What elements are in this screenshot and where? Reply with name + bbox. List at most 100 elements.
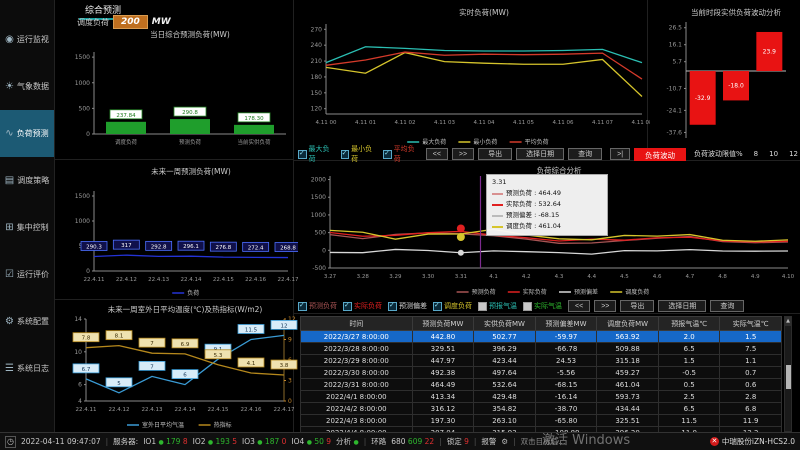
load-fluctuation-button[interactable]: 负荷波动 <box>634 148 686 161</box>
select-date-button[interactable]: 选择日期 <box>516 148 564 160</box>
table-cell: -5.56 <box>535 367 597 379</box>
sidebar-item-central-control[interactable]: ⊞集中控制 <box>0 204 54 251</box>
weather-icon: ☀ <box>5 81 14 92</box>
table-cell: 423.44 <box>474 355 536 367</box>
table-cell: 502.77 <box>474 331 536 343</box>
server-ok-count: 187 <box>263 437 282 446</box>
table-header-cell: 时间 <box>301 317 413 331</box>
table-cell: 0.7 <box>720 367 782 379</box>
forecast-data-table: 时间预测负荷MW实供负荷MW预测偏差MW调度负荷MW预报气温℃实际气温℃2022… <box>300 316 792 432</box>
series-checkbox[interactable]: 实际气温 <box>523 301 562 311</box>
tooltip-text: 实际负荷 : 532.64 <box>506 199 561 210</box>
query-button[interactable]: 查询 <box>568 148 602 160</box>
checkbox-icon <box>298 150 307 159</box>
svg-text:负荷: 负荷 <box>187 289 199 297</box>
table-cell: 509.88 <box>597 343 659 355</box>
sidebar-item-monitoring[interactable]: ◉运行监视 <box>0 16 54 63</box>
svg-text:1500: 1500 <box>75 193 90 200</box>
svg-text:4.1: 4.1 <box>489 274 498 280</box>
series-checkbox-label: 最小负荷 <box>351 144 377 164</box>
table-cell: 2022/4/1 8:00:00 <box>301 391 413 403</box>
svg-text:16.1: 16.1 <box>669 42 683 49</box>
page-next-button[interactable]: >> <box>594 300 616 312</box>
svg-text:7: 7 <box>150 341 154 347</box>
select-date-button[interactable]: 选择日期 <box>658 300 706 312</box>
series-checkbox[interactable]: 调度负荷 <box>433 301 472 311</box>
series-checkbox[interactable]: 预测偏差 <box>388 301 427 311</box>
table-row[interactable]: 2022/3/27 8:00:00442.80502.77-59.97563.9… <box>301 331 782 343</box>
table-row[interactable]: 2022/4/1 8:00:00413.34429.48-16.14593.73… <box>301 391 782 403</box>
svg-text:4.11 06: 4.11 06 <box>553 120 574 126</box>
load-forecast-icon: ∿ <box>5 128 13 139</box>
table-row[interactable]: 2022/3/29 8:00:00447.97423.4424.53315.18… <box>301 355 782 367</box>
svg-text:7.8: 7.8 <box>82 336 91 342</box>
export-button[interactable]: 导出 <box>620 300 654 312</box>
table-scrollbar[interactable]: ▲ <box>784 316 792 432</box>
sidebar-item-system-config[interactable]: ⚙系统配置 <box>0 298 54 345</box>
table-row[interactable]: 2022/3/31 8:00:00464.49532.64-68.15461.0… <box>301 379 782 391</box>
table-cell: 459.27 <box>597 367 659 379</box>
brand-name: 中瑞股份iZN-HCS2.0 <box>722 436 795 447</box>
scroll-up-arrow[interactable]: ▲ <box>785 317 791 326</box>
svg-text:实时负荷(MW): 实时负荷(MW) <box>459 7 509 17</box>
series-checkbox[interactable]: 最大负荷 <box>298 144 335 164</box>
divider-horizontal-right-2 <box>293 313 800 314</box>
page-next-button[interactable]: >> <box>452 148 474 160</box>
table-row[interactable]: 2022/3/28 8:00:00329.51396.29-66.78509.8… <box>301 343 782 355</box>
svg-text:22.4.16: 22.4.16 <box>245 277 266 283</box>
loop-ok: 609 <box>408 437 425 446</box>
server-status: IO3 ● 187 0 <box>242 437 286 446</box>
svg-text:3.28: 3.28 <box>357 274 370 280</box>
table-cell: 6.5 <box>658 403 720 415</box>
page-prev-button[interactable]: << <box>568 300 590 312</box>
fluctuation-limit-option[interactable]: 8 <box>754 150 758 158</box>
gear-icon[interactable]: ⚙ <box>501 437 508 446</box>
query-button[interactable]: 查询 <box>710 300 744 312</box>
svg-text:调度负荷: 调度负荷 <box>115 138 138 146</box>
chart-tooltip: 3.31 预测负荷 : 464.49 实际负荷 : 532.64 预测偏差 : … <box>486 174 608 236</box>
sidebar-item-evaluation[interactable]: ☑运行评价 <box>0 251 54 298</box>
brand-logo-icon: ✕ <box>710 437 719 446</box>
tooltip-text: 预测偏差 : -68.15 <box>506 210 559 221</box>
fluctuation-limit-option[interactable]: 10 <box>769 150 778 158</box>
checkbox-icon <box>341 150 350 159</box>
svg-text:14: 14 <box>74 316 82 323</box>
server-err-count: 9 <box>326 437 331 446</box>
evaluation-icon: ☑ <box>5 269 14 280</box>
svg-text:-24.1: -24.1 <box>666 107 682 114</box>
series-checkbox[interactable]: 实际负荷 <box>343 301 382 311</box>
svg-text:22.4.15: 22.4.15 <box>208 407 229 413</box>
fluctuation-limit-option[interactable]: 12 <box>789 150 798 158</box>
svg-text:4.11 08: 4.11 08 <box>632 120 651 126</box>
page-prev-button[interactable]: << <box>426 148 448 160</box>
table-cell: 464.49 <box>412 379 474 391</box>
table-cell: 7.5 <box>720 343 782 355</box>
export-button[interactable]: 导出 <box>478 148 512 160</box>
table-cell: 24.53 <box>535 355 597 367</box>
server-name: IO1 <box>143 437 158 446</box>
series-checkbox[interactable]: 最小负荷 <box>341 144 378 164</box>
jump-latest-button[interactable]: >| <box>610 148 630 160</box>
svg-text:296.1: 296.1 <box>183 244 199 250</box>
svg-text:500: 500 <box>79 105 91 112</box>
svg-text:当日综合预测负荷(MW): 当日综合预测负荷(MW) <box>150 29 230 39</box>
sidebar-item-weather[interactable]: ☀气象数据 <box>0 63 54 110</box>
brand-badge: ✕中瑞股份iZN-HCS2.0 <box>710 436 795 447</box>
scrollbar-thumb[interactable] <box>786 365 791 389</box>
svg-text:22.4.13: 22.4.13 <box>148 277 169 283</box>
svg-text:22.4.13: 22.4.13 <box>142 407 163 413</box>
sidebar-item-system-log[interactable]: ☰系统日志 <box>0 345 54 392</box>
table-cell: 1.1 <box>720 355 782 367</box>
checkbox-icon <box>343 302 352 311</box>
table-row[interactable]: 2022/4/3 8:00:00197.30263.10-65.80325.51… <box>301 415 782 427</box>
sidebar-item-dispatch-strategy[interactable]: ▤调度策略 <box>0 157 54 204</box>
table-cell: 1.5 <box>720 331 782 343</box>
series-checkbox[interactable]: 平均负荷 <box>383 144 420 164</box>
table-cell: 197.30 <box>412 415 474 427</box>
table-row[interactable]: 2022/3/30 8:00:00492.38497.64-5.56459.27… <box>301 367 782 379</box>
clock-icon: ◷ <box>5 436 16 448</box>
series-checkbox[interactable]: 预报气温 <box>478 301 517 311</box>
series-checkbox-label: 实际负荷 <box>354 301 382 311</box>
sidebar-item-load-forecast[interactable]: ∿负荷预测 <box>0 110 54 157</box>
table-row[interactable]: 2022/4/2 8:00:00316.12354.82-38.70434.44… <box>301 403 782 415</box>
